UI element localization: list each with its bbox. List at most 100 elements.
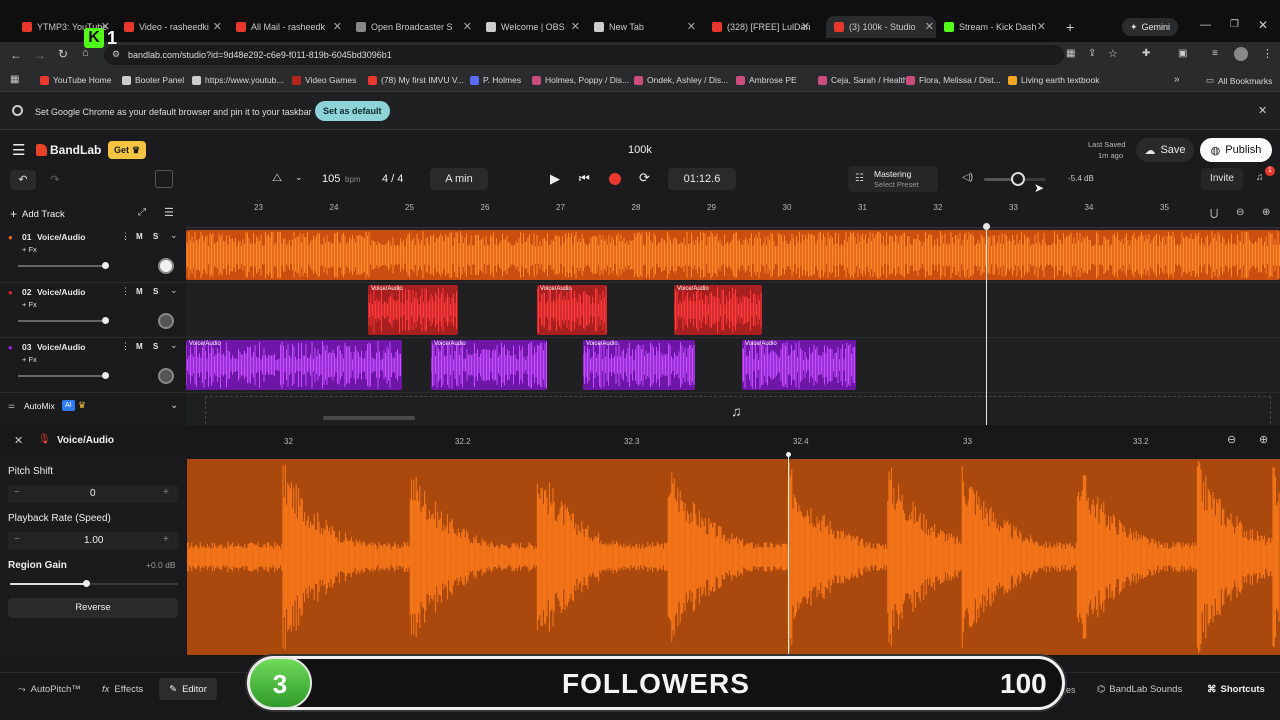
browser-tab[interactable]: (3) 100k - Studio ✕ <box>826 16 936 38</box>
track-header[interactable]: ● 02 Voice/Audio + Fx ⋮ M S ⌄ <box>0 283 186 338</box>
track-chevron-icon[interactable]: ⌄ <box>170 340 178 351</box>
editor-playhead-top[interactable] <box>786 452 791 457</box>
solo-button[interactable]: S <box>153 232 158 241</box>
more-bookmarks-icon[interactable]: » <box>1174 74 1180 85</box>
playback-rate-stepper[interactable]: − 1.00 + <box>8 532 178 550</box>
get-button[interactable]: Get ♛ <box>108 141 147 159</box>
time-signature[interactable]: 4 / 4 <box>382 173 403 185</box>
track-fx-button[interactable]: + Fx <box>22 300 37 309</box>
editor-waveform[interactable] <box>187 459 1280 655</box>
pitch-plus-icon[interactable]: + <box>163 487 169 498</box>
loop-icon[interactable]: ⟳ <box>639 170 650 186</box>
bookmark-item[interactable]: YouTube Home <box>40 75 111 85</box>
browser-tab[interactable]: Welcome | OBS ✕ <box>486 16 582 38</box>
pitch-shift-value[interactable]: 0 <box>90 488 96 499</box>
automation-icon[interactable]: ⤢ <box>138 207 146 218</box>
set-default-button[interactable]: Set as default <box>315 101 390 121</box>
playhead-head[interactable] <box>983 223 990 230</box>
close-window-button[interactable]: ✕ <box>1258 18 1268 32</box>
browser-tab[interactable]: Video - rasheedki ✕ <box>124 16 224 38</box>
pan-knob[interactable] <box>158 313 174 329</box>
gemini-button[interactable]: ✦ Gemini <box>1122 18 1179 36</box>
track-fx-button[interactable]: + Fx <box>22 245 37 254</box>
new-tab-button[interactable]: + <box>1066 19 1074 35</box>
tab-close-icon[interactable]: ✕ <box>571 20 580 33</box>
tab-close-icon[interactable]: ✕ <box>463 20 472 33</box>
tempo-value[interactable]: 105 <box>322 173 340 185</box>
track-chevron-icon[interactable]: ⌄ <box>170 230 178 241</box>
redo-icon[interactable]: ↷ <box>42 170 68 190</box>
share-icon[interactable]: ⇪ <box>1088 48 1096 59</box>
audio-clip[interactable]: Voice/Audio <box>674 285 762 335</box>
add-track-button[interactable]: + Add Track <box>10 206 65 222</box>
audio-clip[interactable]: Voice/Audio <box>742 340 856 390</box>
track-volume-slider[interactable] <box>18 320 106 322</box>
bookmark-item[interactable]: P. Holmes <box>470 75 521 85</box>
pan-knob[interactable] <box>158 368 174 384</box>
maximize-button[interactable]: ❐ <box>1230 19 1239 30</box>
track-header[interactable]: ● 03 Voice/Audio + Fx ⋮ M S ⌄ <box>0 338 186 393</box>
speaker-icon[interactable]: ◁) <box>962 172 973 183</box>
bookmark-item[interactable]: Booter Panel <box>122 75 184 85</box>
save-button[interactable]: ☁ Save <box>1136 138 1194 162</box>
editor-zoom-in-icon[interactable]: ⊕ <box>1259 433 1268 446</box>
bookmark-item[interactable]: Living earth textbook <box>1008 75 1099 85</box>
rate-minus-icon[interactable]: − <box>14 534 20 545</box>
track-header[interactable]: ● 01 Voice/Audio + Fx ⋮ M S ⌄ <box>0 228 186 283</box>
bookmark-item[interactable]: (78) My first IMVU V... <box>368 75 464 85</box>
browser-tab[interactable]: New Tab ✕ <box>594 16 698 38</box>
region-gain-slider[interactable] <box>10 580 178 587</box>
timeline-scrollbar[interactable] <box>323 416 415 420</box>
browser-tab[interactable]: Open Broadcaster S ✕ <box>356 16 474 38</box>
browser-tab[interactable]: (328) [FREE] LulDan ✕ <box>712 16 812 38</box>
pan-knob[interactable] <box>158 258 174 274</box>
mute-button[interactable]: M <box>136 232 143 241</box>
tab-close-icon[interactable]: ✕ <box>687 20 696 33</box>
star-icon[interactable]: ☆ <box>1108 47 1118 60</box>
audio-clip[interactable]: Voice/Audio <box>537 285 607 335</box>
bookmark-item[interactable]: Ondek, Ashley / Dis... <box>634 75 728 85</box>
track-kebab-icon[interactable]: ⋮ <box>121 341 130 352</box>
audio-clip[interactable] <box>186 230 1280 280</box>
sidepanel-icon[interactable]: ▣ <box>1178 48 1187 59</box>
media-icon[interactable]: ≡ <box>1212 48 1218 59</box>
bookmark-item[interactable]: Ceja, Sarah / Health... <box>818 75 915 85</box>
track-lane[interactable] <box>186 228 1280 283</box>
autopitch-tab[interactable]: ⤳ AutoPitch™ <box>18 684 81 695</box>
site-info-icon[interactable]: ⚙ <box>112 49 120 60</box>
undo-icon[interactable]: ↶ <box>10 170 36 190</box>
tab-close-icon[interactable]: ✕ <box>925 20 934 33</box>
automix-row[interactable]: ⚌ AutoMix AI ♛ ⌄ <box>0 398 186 416</box>
solo-button[interactable]: S <box>153 287 158 296</box>
shortcuts-tab[interactable]: ⌘ Shortcuts <box>1207 684 1265 695</box>
mute-button[interactable]: M <box>136 342 143 351</box>
track-lane[interactable]: Voice/Audio Voice/Audio Voice/Audio <box>186 283 1280 338</box>
hamburger-menu-icon[interactable]: ☰ <box>12 141 25 159</box>
minimize-button[interactable]: — <box>1200 19 1211 31</box>
editor-tab[interactable]: ✎ Editor <box>159 678 217 700</box>
project-title[interactable]: 100k <box>628 144 652 156</box>
bookmark-item[interactable]: https://www.youtub... <box>192 75 283 85</box>
tab-close-icon[interactable]: ✕ <box>801 20 810 33</box>
pitch-shift-stepper[interactable]: − 0 + <box>8 485 178 503</box>
url-field[interactable]: ⚙ bandlab.com/studio?id=9d48e292-c6e9-f0… <box>104 45 1064 65</box>
profile-avatar[interactable] <box>1234 47 1248 61</box>
bookmark-item[interactable]: Flora, Melissa / Dist... <box>906 75 1001 85</box>
track-lane[interactable]: Voice/Audio Voice/Audio Voice/Audio Voice/A… <box>186 338 1280 393</box>
track-volume-knob[interactable] <box>102 262 109 269</box>
bookmark-item[interactable]: Holmes, Poppy / Dis... <box>532 75 629 85</box>
record-icon[interactable] <box>609 173 621 185</box>
mute-button[interactable]: M <box>136 287 143 296</box>
track-name[interactable]: Voice/Audio <box>37 232 86 242</box>
browser-tab[interactable]: All Mail - rasheedk ✕ <box>236 16 344 38</box>
home-icon[interactable]: ⌂ <box>82 47 89 59</box>
all-bookmarks[interactable]: ▭ All Bookmarks <box>1206 75 1272 86</box>
track-fx-button[interactable]: + Fx <box>22 355 37 364</box>
infobar-close-icon[interactable]: ✕ <box>1258 104 1267 117</box>
track-name[interactable]: Voice/Audio <box>37 287 86 297</box>
menu-kebab-icon[interactable]: ⋮ <box>1262 47 1273 60</box>
editor-playhead[interactable] <box>788 455 789 662</box>
track-name[interactable]: Voice/Audio <box>37 342 86 352</box>
extensions-icon[interactable]: ▦ <box>1066 48 1075 59</box>
track-kebab-icon[interactable]: ⋮ <box>121 286 130 297</box>
